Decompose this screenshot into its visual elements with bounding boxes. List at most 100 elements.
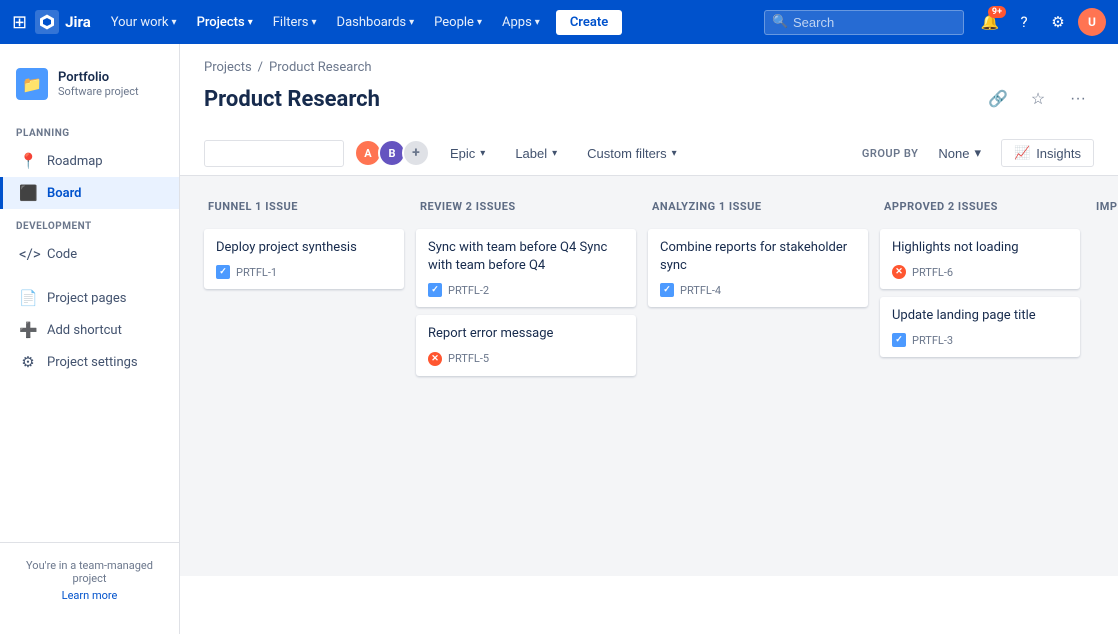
column-header-approved: APPROVED 2 ISSUES (880, 192, 1080, 221)
main-content: Projects / Product Research Product Rese… (180, 44, 1118, 634)
breadcrumb-projects[interactable]: Projects (204, 60, 252, 75)
search-input[interactable] (764, 10, 964, 35)
user-avatar[interactable]: U (1078, 8, 1106, 36)
sidebar-item-add-shortcut[interactable]: ➕ Add shortcut (0, 314, 179, 346)
nav-icon-group: 🔔 9+ ? ⚙ U (976, 8, 1106, 36)
sidebar-project: 📁 Portfolio Software project (0, 60, 179, 116)
sidebar: 📁 Portfolio Software project PLANNING 📍 … (0, 44, 180, 634)
help-button[interactable]: ? (1010, 8, 1038, 36)
group-by-select[interactable]: None ▾ (928, 140, 991, 166)
board-column-implementing: IMPLEMENTING (1092, 192, 1118, 560)
column-cards-approved: Highlights not loading ✕PRTFL-6 Update lan… (880, 229, 1080, 357)
gear-icon: ⚙ (1051, 13, 1064, 31)
custom-filters-button[interactable]: Custom filters ▾ (577, 141, 687, 166)
card-title: Report error message (428, 325, 624, 343)
nav-people[interactable]: People ▾ (426, 11, 490, 34)
card[interactable]: Update landing page title ✓PRTFL-3 (880, 297, 1080, 357)
grid-icon[interactable]: ⊞ (12, 12, 27, 33)
project-type: Software project (58, 85, 139, 98)
jira-logo[interactable]: Jira (35, 10, 91, 34)
bug-icon: ✕ (428, 352, 442, 366)
epic-filter-button[interactable]: Epic ▾ (440, 141, 495, 166)
planning-section-label: PLANNING (0, 116, 179, 145)
board-column-analyzing: ANALYZING 1 ISSUE Combine reports for sta… (648, 192, 868, 560)
create-button[interactable]: Create (556, 10, 622, 35)
chart-icon: 📈 (1014, 145, 1030, 161)
avatar-group: A B + (354, 139, 430, 167)
epic-label: Epic (450, 146, 475, 161)
card[interactable]: Report error message ✕ PRTFL-5 (416, 315, 636, 375)
add-icon: ➕ (19, 321, 37, 339)
search-wrapper: 🔍 (764, 10, 964, 35)
card-title: Highlights not loading (892, 239, 1068, 257)
card-title: Update landing page title (892, 307, 1068, 325)
nav-apps[interactable]: Apps ▾ (494, 11, 548, 34)
toolbar-search-wrapper: 🔍 (204, 140, 344, 167)
insights-label: Insights (1036, 146, 1081, 161)
logo-text: Jira (65, 13, 91, 31)
sidebar-item-board[interactable]: ⬛ Board (0, 177, 179, 209)
roadmap-icon: 📍 (19, 152, 37, 170)
card[interactable]: Sync with team before Q4 Sync with team … (416, 229, 636, 307)
card[interactable]: Combine reports for stakeholder sync ✓PRT… (648, 229, 868, 307)
story-icon: ✓ (428, 283, 442, 297)
card-footer: ✓PRTFL-1 (216, 265, 392, 279)
star-button[interactable]: ☆ (1022, 83, 1054, 115)
sidebar-item-project-settings[interactable]: ⚙ Project settings (0, 346, 179, 378)
card-title: Sync with team before Q4 Sync with team … (428, 239, 624, 275)
toolbar-search-input[interactable] (204, 140, 344, 167)
link-button[interactable]: 🔗 (982, 83, 1014, 115)
development-section-label: DEVELOPMENT (0, 209, 179, 238)
card-title: Combine reports for stakeholder sync (660, 239, 856, 275)
card-footer: ✕ PRTFL-5 (428, 352, 624, 366)
page-header: Product Research 🔗 ☆ ··· (180, 79, 1118, 131)
notification-badge: 9+ (988, 6, 1006, 18)
card-footer: ✓PRTFL-4 (660, 283, 856, 297)
group-by-label: GROUP BY (862, 147, 919, 160)
issue-key: PRTFL-6 (912, 266, 953, 279)
pages-icon: 📄 (19, 289, 37, 307)
notifications-button[interactable]: 🔔 9+ (976, 8, 1004, 36)
card[interactable]: Highlights not loading ✕PRTFL-6 (880, 229, 1080, 289)
page-actions: 🔗 ☆ ··· (982, 83, 1094, 115)
card-footer: ✓PRTFL-2 (428, 283, 624, 297)
column-cards-analyzing: Combine reports for stakeholder sync ✓PRT… (648, 229, 868, 307)
column-header-funnel: FUNNEL 1 ISSUE (204, 192, 404, 221)
shortcut-label: Add shortcut (47, 323, 122, 338)
column-title-review: REVIEW 2 ISSUES (420, 200, 632, 213)
top-navigation: ⊞ Jira Your work ▾ Projects ▾ Filters ▾ … (0, 0, 1118, 44)
card[interactable]: Deploy project synthesis✓PRTFL-1 (204, 229, 404, 289)
insights-button[interactable]: 📈 Insights (1001, 139, 1094, 167)
nav-projects[interactable]: Projects ▾ (189, 11, 261, 34)
story-icon: ✓ (216, 265, 230, 279)
sidebar-item-code[interactable]: </> Code (0, 238, 179, 270)
card-footer: ✓PRTFL-3 (892, 333, 1068, 347)
footer-text: You're in a team-managed project (26, 559, 153, 585)
add-avatar-button[interactable]: + (402, 139, 430, 167)
sidebar-item-project-pages[interactable]: 📄 Project pages (0, 282, 179, 314)
learn-more-link[interactable]: Learn more (16, 589, 163, 602)
nav-your-work[interactable]: Your work ▾ (103, 11, 185, 34)
issue-key: PRTFL-3 (912, 334, 953, 347)
breadcrumb: Projects / Product Research (180, 44, 1118, 79)
settings-button[interactable]: ⚙ (1044, 8, 1072, 36)
project-icon: 📁 (16, 68, 48, 100)
label-filter-button[interactable]: Label ▾ (505, 141, 567, 166)
nav-filters[interactable]: Filters ▾ (265, 11, 325, 34)
board-toolbar: 🔍 A B + Epic ▾ Label ▾ Custom filters ▾ (180, 131, 1118, 176)
page-title: Product Research (204, 87, 380, 112)
more-options-button[interactable]: ··· (1062, 83, 1094, 115)
chevron-down-icon: ▾ (248, 17, 253, 28)
issue-key: PRTFL-5 (448, 352, 489, 365)
card-footer: ✕PRTFL-6 (892, 265, 1068, 279)
column-header-analyzing: ANALYZING 1 ISSUE (648, 192, 868, 221)
label-label: Label (515, 146, 547, 161)
project-name: Portfolio (58, 70, 139, 85)
nav-dashboards[interactable]: Dashboards ▾ (329, 11, 423, 34)
sidebar-item-roadmap[interactable]: 📍 Roadmap (0, 145, 179, 177)
chevron-down-icon: ▾ (312, 17, 317, 28)
sidebar-footer: You're in a team-managed project Learn m… (0, 542, 179, 618)
column-header-review: REVIEW 2 ISSUES (416, 192, 636, 221)
project-info: Portfolio Software project (58, 70, 139, 98)
chevron-down-icon: ▾ (480, 148, 485, 159)
